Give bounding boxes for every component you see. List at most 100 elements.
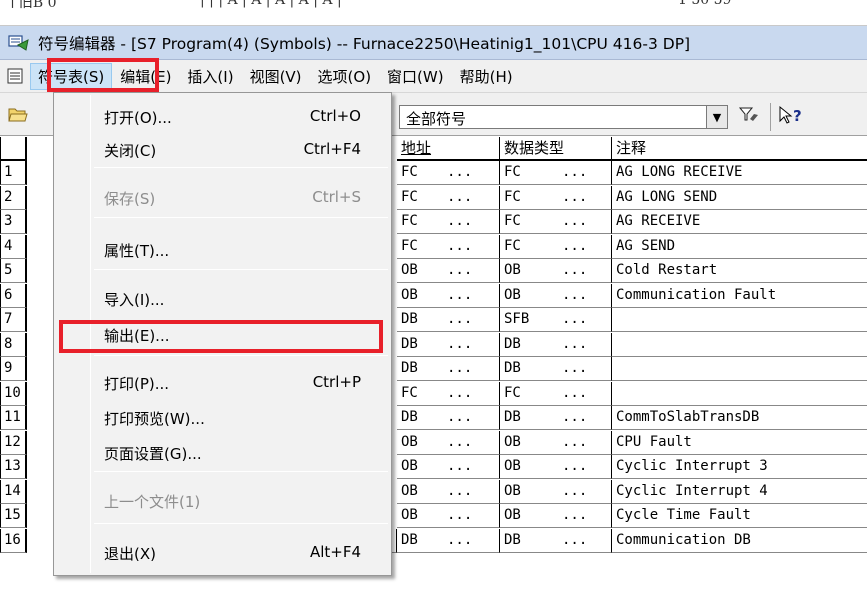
address-cell[interactable]: DB... xyxy=(397,308,500,332)
window-title: 符号编辑器 - [S7 Program(4) (Symbols) -- Furn… xyxy=(38,34,691,53)
menu-insert[interactable]: 插入(I) xyxy=(179,63,241,90)
address-value: OB xyxy=(401,458,418,474)
row-number[interactable]: 7 xyxy=(0,308,27,332)
document-icon[interactable] xyxy=(6,67,24,85)
menu-item-open[interactable]: 打开(O)... xyxy=(104,107,172,128)
datatype-dots: ... xyxy=(562,287,588,303)
address-cell[interactable]: DB... xyxy=(397,529,500,553)
row-number[interactable]: 3 xyxy=(0,210,27,234)
comment-cell[interactable] xyxy=(612,357,867,381)
address-cell[interactable]: FC... xyxy=(397,382,500,406)
row-number[interactable]: 16 xyxy=(0,529,27,553)
comment-cell[interactable] xyxy=(612,382,867,406)
address-cell[interactable]: FC... xyxy=(397,210,500,234)
menu-view[interactable]: 视图(V) xyxy=(242,63,310,90)
menu-item-print-preview[interactable]: 打印预览(W)... xyxy=(104,408,205,429)
menu-item-recent-file[interactable]: 上一个文件(1) xyxy=(104,491,200,512)
datatype-cell[interactable]: DB... xyxy=(500,406,612,430)
filter-icon[interactable] xyxy=(736,105,762,129)
datatype-cell[interactable]: FC... xyxy=(500,382,612,406)
datatype-cell[interactable]: OB... xyxy=(500,259,612,283)
row-number[interactable]: 10 xyxy=(0,382,27,406)
row-number[interactable]: 15 xyxy=(0,504,27,528)
row-number[interactable]: 6 xyxy=(0,284,27,308)
column-header-datatype[interactable]: 数据类型 xyxy=(500,137,612,161)
datatype-cell[interactable]: OB... xyxy=(500,504,612,528)
chevron-down-icon[interactable]: ▼ xyxy=(706,105,728,129)
row-number[interactable]: 1 xyxy=(0,161,27,185)
menu-window[interactable]: 窗口(W) xyxy=(379,63,452,90)
column-header-address[interactable]: 地址 xyxy=(397,137,500,161)
address-cell[interactable]: FC... xyxy=(397,161,500,185)
symbol-filter-select[interactable]: 全部符号 xyxy=(399,105,707,129)
menu-item-close[interactable]: 关闭(C) xyxy=(104,140,156,161)
address-cell[interactable]: DB... xyxy=(397,333,500,357)
row-number[interactable]: 12 xyxy=(0,431,27,455)
datatype-cell[interactable]: DB... xyxy=(500,529,612,553)
address-dots: ... xyxy=(447,164,473,180)
address-cell[interactable]: FC... xyxy=(397,235,500,259)
comment-cell[interactable]: Cyclic Interrupt 3 xyxy=(612,455,867,479)
comment-cell[interactable]: CommToSlabTransDB xyxy=(612,406,867,430)
open-folder-icon[interactable] xyxy=(8,105,28,123)
address-cell[interactable]: OB... xyxy=(397,480,500,504)
menu-item-page-setup[interactable]: 页面设置(G)... xyxy=(104,443,202,464)
shortcut-close: Ctrl+F4 xyxy=(303,140,361,158)
menu-item-properties[interactable]: 属性(T)... xyxy=(104,240,169,261)
datatype-cell[interactable]: FC... xyxy=(500,186,612,210)
address-cell[interactable]: OB... xyxy=(397,259,500,283)
datatype-cell[interactable]: FC... xyxy=(500,235,612,259)
row-number[interactable]: 11 xyxy=(0,406,27,430)
comment-cell[interactable]: AG LONG RECEIVE xyxy=(612,161,867,185)
row-number[interactable]: 13 xyxy=(0,455,27,479)
datatype-cell[interactable]: OB... xyxy=(500,284,612,308)
menu-item-save[interactable]: 保存(S) xyxy=(104,188,155,209)
row-number[interactable]: 9 xyxy=(0,357,27,381)
row-number[interactable]: 5 xyxy=(0,259,27,283)
menu-options[interactable]: 选项(O) xyxy=(310,63,380,90)
datatype-cell[interactable]: FC... xyxy=(500,161,612,185)
comment-cell[interactable]: Cold Restart xyxy=(612,259,867,283)
address-cell[interactable]: FC... xyxy=(397,186,500,210)
address-cell[interactable]: OB... xyxy=(397,504,500,528)
column-header-comment[interactable]: 注释 xyxy=(612,137,867,161)
context-help-icon[interactable]: ? xyxy=(778,105,810,129)
datatype-value: FC xyxy=(504,213,521,229)
datatype-cell[interactable]: OB... xyxy=(500,455,612,479)
address-cell[interactable]: OB... xyxy=(397,455,500,479)
datatype-cell[interactable]: DB... xyxy=(500,357,612,381)
menu-separator xyxy=(94,217,388,218)
menu-item-print[interactable]: 打印(P)... xyxy=(104,373,169,394)
comment-cell[interactable]: CPU Fault xyxy=(612,431,867,455)
menu-item-import[interactable]: 导入(I)... xyxy=(104,289,164,310)
comment-cell[interactable]: AG SEND xyxy=(612,235,867,259)
address-cell[interactable]: OB... xyxy=(397,284,500,308)
comment-cell[interactable]: AG LONG SEND xyxy=(612,186,867,210)
comment-cell[interactable]: AG RECEIVE xyxy=(612,210,867,234)
row-number[interactable]: 2 xyxy=(0,186,27,210)
datatype-cell[interactable]: OB... xyxy=(500,480,612,504)
address-dots: ... xyxy=(447,311,473,327)
row-number[interactable]: 14 xyxy=(0,480,27,504)
address-value: OB xyxy=(401,262,418,278)
comment-cell[interactable]: Cyclic Interrupt 4 xyxy=(612,480,867,504)
address-dots: ... xyxy=(447,409,473,425)
datatype-cell[interactable]: OB... xyxy=(500,431,612,455)
comment-cell[interactable]: Cycle Time Fault xyxy=(612,504,867,528)
menu-help[interactable]: 帮助(H) xyxy=(452,63,521,90)
datatype-cell[interactable]: DB... xyxy=(500,333,612,357)
comment-cell[interactable] xyxy=(612,308,867,332)
datatype-cell[interactable]: FC... xyxy=(500,210,612,234)
comment-cell[interactable] xyxy=(612,333,867,357)
address-cell[interactable]: OB... xyxy=(397,431,500,455)
address-cell[interactable]: DB... xyxy=(397,406,500,430)
datatype-value: OB xyxy=(504,434,521,450)
menu-item-exit[interactable]: 退出(X) xyxy=(104,543,156,564)
address-dots: ... xyxy=(447,483,473,499)
datatype-cell[interactable]: SFB... xyxy=(500,308,612,332)
address-cell[interactable]: DB... xyxy=(397,357,500,381)
row-number[interactable]: 4 xyxy=(0,235,27,259)
row-number[interactable]: 8 xyxy=(0,333,27,357)
comment-cell[interactable]: Communication Fault xyxy=(612,284,867,308)
comment-cell[interactable]: Communication DB xyxy=(612,529,867,553)
